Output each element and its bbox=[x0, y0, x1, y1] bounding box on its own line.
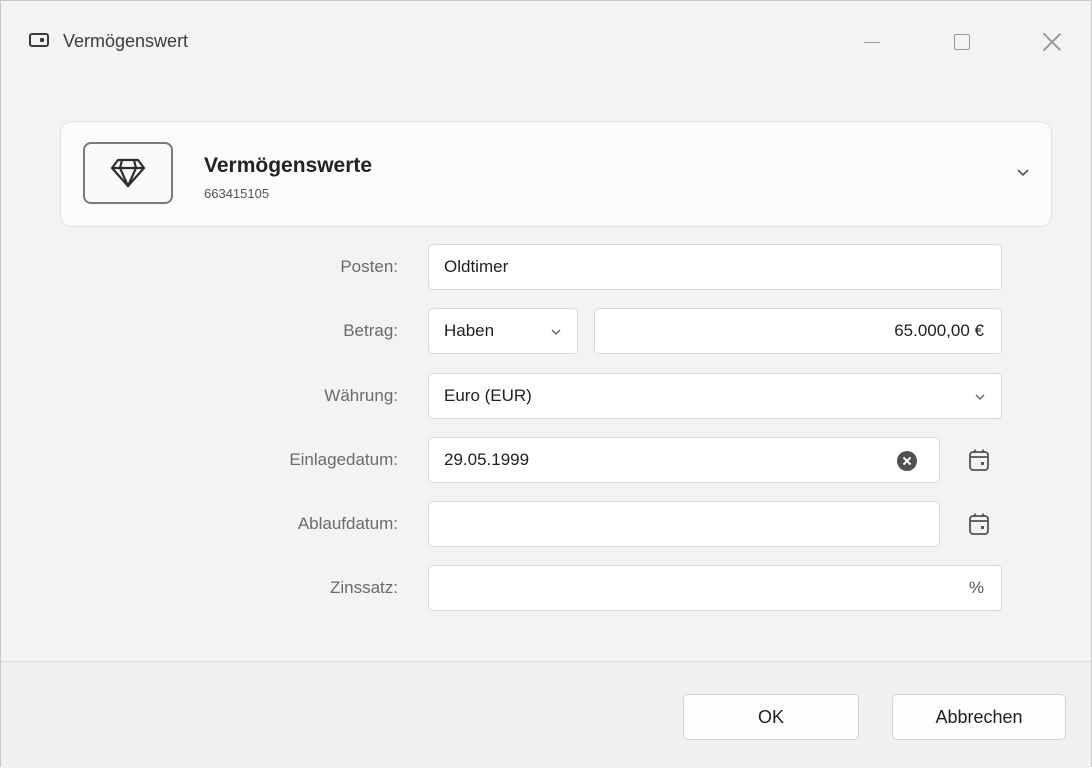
wallet-icon bbox=[29, 33, 49, 47]
betrag-label: Betrag: bbox=[343, 321, 398, 340]
betrag-type-value: Haben bbox=[444, 321, 495, 340]
account-number: 663415105 bbox=[204, 186, 270, 201]
zinssatz-input[interactable]: % bbox=[428, 565, 1002, 611]
close-icon bbox=[1042, 32, 1062, 52]
title-bar: Vermögenswert bbox=[1, 1, 1091, 73]
zinssatz-unit: % bbox=[968, 578, 984, 597]
window-title: Vermögenswert bbox=[63, 31, 189, 51]
einlagedatum-input[interactable]: 29.05.1999 bbox=[428, 437, 940, 483]
calendar-icon bbox=[969, 513, 989, 535]
waehrung-value: Euro (EUR) bbox=[444, 386, 532, 405]
calendar-icon bbox=[969, 449, 989, 471]
ablaufdatum-calendar-button[interactable] bbox=[956, 501, 1002, 547]
close-button[interactable] bbox=[1029, 23, 1075, 61]
dialog-window: Vermögenswert Vermögenswerte 663415105 P… bbox=[0, 0, 1092, 768]
chevron-down-icon bbox=[1017, 169, 1029, 177]
maximize-icon bbox=[954, 34, 970, 50]
diamond-icon bbox=[110, 158, 146, 188]
account-icon-box bbox=[83, 142, 173, 204]
waehrung-select[interactable]: Euro (EUR) bbox=[428, 373, 1002, 419]
chevron-down-icon bbox=[551, 329, 561, 336]
einlagedatum-calendar-button[interactable] bbox=[956, 437, 1002, 483]
maximize-button[interactable] bbox=[939, 23, 985, 61]
einlagedatum-value: 29.05.1999 bbox=[444, 450, 530, 469]
minimize-icon bbox=[864, 41, 880, 43]
zinssatz-label: Zinssatz: bbox=[329, 578, 398, 597]
ablaufdatum-label: Ablaufdatum: bbox=[297, 514, 398, 533]
posten-value: Oldtimer bbox=[444, 257, 509, 276]
betrag-amount-value: 65.000,00 € bbox=[894, 321, 984, 340]
posten-input[interactable]: Oldtimer bbox=[428, 244, 1002, 290]
minimize-button[interactable] bbox=[849, 23, 895, 61]
dialog-content: Vermögenswerte 663415105 Posten: Oldtime… bbox=[1, 73, 1091, 661]
account-selector[interactable]: Vermögenswerte 663415105 bbox=[60, 121, 1052, 227]
account-title: Vermögenswerte bbox=[204, 154, 373, 177]
dialog-footer: OK Abbrechen bbox=[1, 661, 1091, 768]
waehrung-label: Währung: bbox=[324, 386, 398, 405]
chevron-down-icon bbox=[975, 394, 985, 401]
ablaufdatum-input[interactable] bbox=[428, 501, 940, 547]
posten-label: Posten: bbox=[340, 257, 398, 276]
einlagedatum-label: Einlagedatum: bbox=[289, 450, 398, 469]
cancel-button[interactable]: Abbrechen bbox=[892, 694, 1066, 740]
betrag-type-select[interactable]: Haben bbox=[428, 308, 578, 354]
clear-date-icon[interactable] bbox=[897, 451, 917, 471]
ok-button[interactable]: OK bbox=[683, 694, 859, 740]
betrag-amount-input[interactable]: 65.000,00 € bbox=[594, 308, 1002, 354]
